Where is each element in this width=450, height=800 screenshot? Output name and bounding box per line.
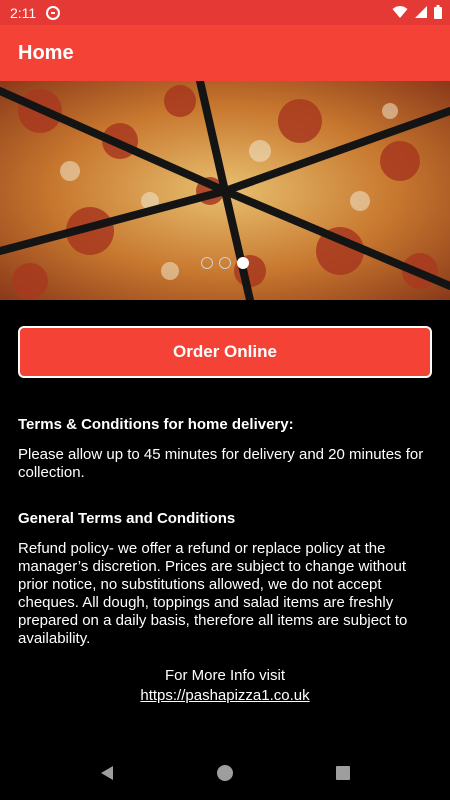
order-online-button[interactable]: Order Online [18, 326, 432, 378]
status-time: 2:11 [10, 4, 37, 21]
delivery-terms: Terms & Conditions for home delivery: Pl… [18, 416, 432, 482]
website-link[interactable]: https://pashapizza1.co.uk [140, 687, 309, 704]
back-icon[interactable] [98, 764, 116, 782]
carousel-indicator[interactable] [0, 257, 450, 269]
status-bar: 2:11 [0, 0, 450, 25]
app-bar: Home [0, 25, 450, 81]
more-info-label: For More Info visit [164, 667, 286, 684]
general-terms-heading: General Terms and Conditions [18, 510, 236, 527]
home-icon[interactable] [216, 764, 234, 782]
carousel-dot[interactable] [201, 257, 213, 269]
status-icons [392, 5, 442, 19]
navigation-bar [0, 745, 450, 800]
general-terms: General Terms and Conditions Refund poli… [18, 510, 432, 648]
hero-carousel[interactable] [0, 81, 450, 300]
delivery-terms-body: Please allow up to 45 minutes for delive… [18, 446, 424, 481]
signal-icon [415, 6, 427, 18]
carousel-dot[interactable] [219, 257, 231, 269]
general-terms-body: Refund policy- we offer a refund or repl… [18, 540, 408, 647]
delivery-terms-heading: Terms & Conditions for home delivery: [18, 416, 294, 433]
carousel-dot[interactable] [237, 257, 249, 269]
wifi-icon [392, 6, 408, 18]
page-title: Home [18, 41, 74, 64]
recents-icon[interactable] [334, 764, 352, 782]
dnd-icon [46, 5, 61, 20]
battery-icon [434, 5, 442, 19]
more-info: For More Info visit https://pashapizza1.… [0, 666, 450, 706]
